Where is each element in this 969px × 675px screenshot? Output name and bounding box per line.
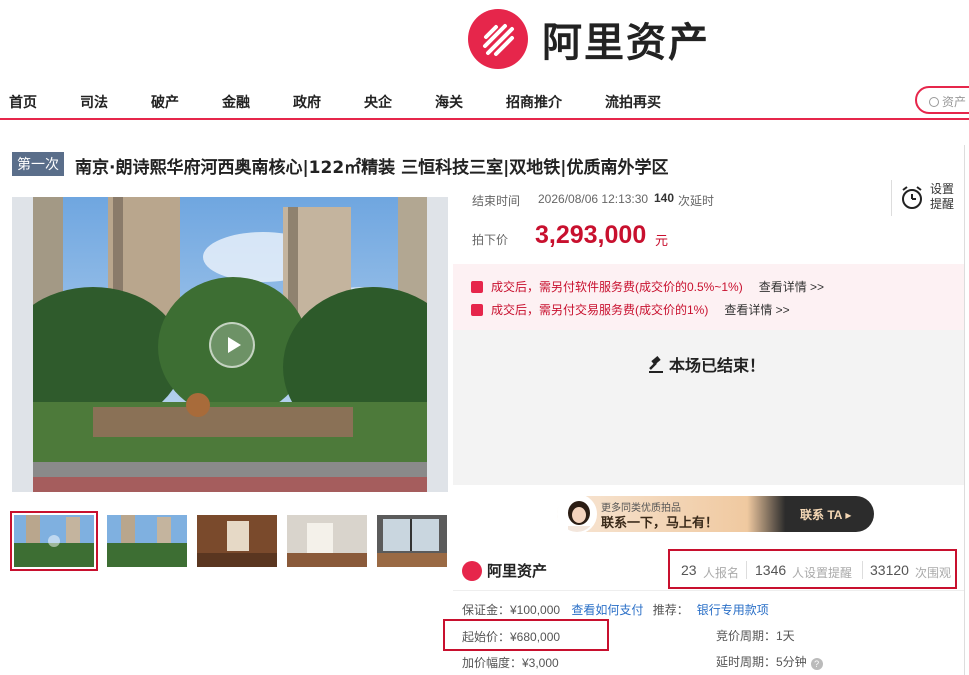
nav-bankruptcy[interactable]: 破产 (151, 92, 179, 112)
bid-cycle: 竞价周期：1天 (716, 629, 795, 643)
fee-row-software: 成交后，需另付软件服务费(成交价的0.5%~1%) 查看详情 >> (471, 278, 824, 295)
thumbnail-3[interactable] (197, 515, 277, 567)
fee-detail-link-1[interactable]: 查看详情 >> (759, 280, 824, 294)
recommend-label: 推荐： (652, 603, 689, 617)
play-video-button[interactable] (209, 322, 255, 368)
contact-banner[interactable]: 更多同类优质拍品 联系一下，马上有！ 联系 TA ▸ (557, 494, 874, 534)
end-time-label: 结束时间 (472, 194, 521, 208)
agent-avatar (557, 494, 597, 534)
delay-cycle: 延时周期：5分钟 (716, 655, 807, 669)
remind-label-1: 设置 (930, 182, 955, 196)
deposit-value: 保证金：¥100,000 (462, 603, 561, 617)
reminder-count: 1346 (755, 562, 787, 578)
org-brand[interactable]: 阿里资产 (462, 560, 547, 581)
start-price: 起始价：¥680,000 (462, 630, 561, 644)
gavel-icon (649, 356, 663, 373)
prev-image-peek[interactable] (12, 197, 33, 492)
logo-icon (468, 9, 528, 69)
section-divider (453, 590, 964, 591)
how-to-pay-link[interactable]: 查看如何支付 (571, 603, 643, 617)
fee-icon (471, 304, 483, 316)
search-placeholder: 资产 (942, 95, 967, 109)
nav-central-enterprise[interactable]: 央企 (364, 92, 392, 112)
contact-ta-button[interactable]: 联系 TA ▸ (800, 506, 851, 523)
stats-box: 23 人报名 1346 人设置提醒 33120 次围观 (668, 549, 957, 589)
increment: 加价幅度：¥3,000 (462, 656, 559, 670)
right-border (964, 145, 965, 675)
delay-label: 次延时 (678, 194, 715, 208)
search-input[interactable]: 资产 (915, 86, 969, 114)
stat-divider (862, 561, 863, 579)
fee-detail-link-2[interactable]: 查看详情 >> (724, 303, 789, 317)
fee-row-transaction: 成交后，需另付交易服务费(成交价的1%) 查看详情 >> (471, 301, 790, 318)
logo-text: 阿里资产 (542, 20, 710, 66)
price-unit: 元 (655, 233, 669, 248)
listing-title: 南京·朗诗熙华府河西奥南核心|122㎡精装 三恒科技三室|双地铁|优质南外学区 (75, 158, 669, 178)
reminder-label: 人设置提醒 (792, 566, 853, 580)
org-logo-icon (462, 560, 482, 581)
nav-judicial[interactable]: 司法 (80, 92, 108, 112)
nav-finance[interactable]: 金融 (222, 92, 250, 112)
fee-notice: 成交后，需另付软件服务费(成交价的0.5%~1%) 查看详情 >> 成交后，需另付… (453, 264, 964, 330)
nav-relist[interactable]: 流拍再买 (605, 92, 661, 112)
signup-label: 人报名 (703, 566, 740, 580)
nav-customs[interactable]: 海关 (435, 92, 463, 112)
nav-home[interactable]: 首页 (9, 92, 37, 112)
final-price: 3,293,000 (535, 221, 647, 249)
brand-logo[interactable]: 阿里资产 (468, 8, 710, 70)
alarm-clock-icon (902, 186, 922, 209)
ended-text: 本场已结束！ (669, 356, 766, 375)
delay-cycle-row: 延时周期：5分钟? (716, 653, 823, 670)
auction-ended-panel: 本场已结束！ (453, 330, 964, 485)
search-icon (929, 97, 939, 107)
thumbnail-1[interactable] (10, 511, 98, 571)
org-name: 阿里资产 (487, 562, 548, 580)
nav-investment[interactable]: 招商推介 (506, 92, 562, 112)
bank-account-link[interactable]: 银行专用款项 (697, 603, 769, 617)
round-badge: 第一次 (12, 152, 64, 176)
thumbnail-4[interactable] (287, 515, 367, 567)
end-time-value: 2026/08/06 12:13:30 (538, 192, 649, 206)
remind-label-2: 提醒 (930, 197, 955, 211)
thumbnail-2[interactable] (107, 515, 187, 567)
play-icon (228, 337, 241, 353)
main-nav: 首页 司法 破产 金融 政府 央企 海关 招商推介 流拍再买 资产 (0, 80, 969, 120)
help-icon[interactable]: ? (810, 658, 823, 670)
price-label: 拍下价 (472, 233, 509, 247)
next-image-peek[interactable] (427, 197, 448, 492)
stat-divider (746, 561, 747, 579)
delay-count: 140 (654, 191, 675, 205)
nav-government[interactable]: 政府 (293, 92, 321, 112)
view-count: 33120 (870, 562, 909, 578)
contact-title: 联系一下，马上有！ (601, 515, 719, 530)
view-label: 次围观 (915, 566, 952, 580)
fee-icon (471, 281, 483, 293)
signup-count: 23 (681, 562, 697, 578)
deposit-row: 保证金：¥100,000 查看如何支付 推荐： 银行专用款项 (462, 601, 769, 618)
thumbnail-5[interactable] (377, 515, 447, 567)
set-reminder-button[interactable]: 设置 提醒 (891, 180, 961, 216)
